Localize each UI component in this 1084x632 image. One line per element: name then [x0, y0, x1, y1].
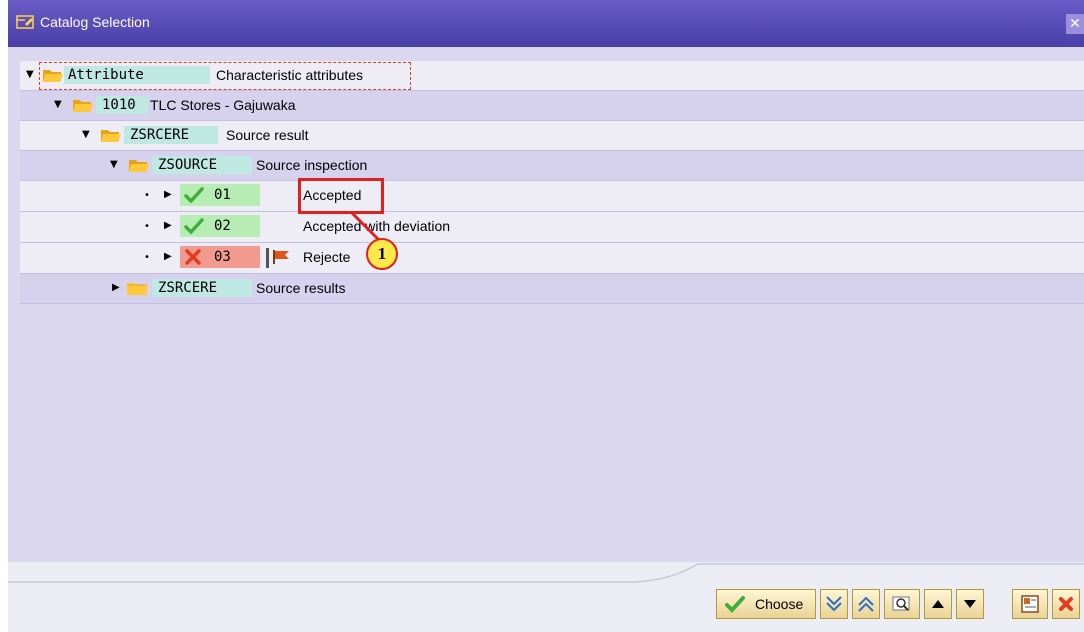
tree-node-zsource[interactable]: ▼ ZSOURCE Source inspection: [20, 151, 1084, 181]
green-check-icon: [184, 218, 204, 234]
highlight-box: [298, 178, 384, 214]
collapsed-triangle-icon[interactable]: ▶: [164, 187, 172, 203]
expanded-triangle-icon[interactable]: ▼: [110, 157, 118, 173]
open-folder-icon: [129, 160, 149, 172]
callout-badge: 1: [366, 238, 398, 270]
choose-label: Choose: [755, 596, 804, 612]
dialog-title-bar: Catalog Selection ✕: [8, 0, 1084, 47]
expanded-triangle-icon[interactable]: ▼: [26, 67, 34, 83]
catalog-tree: ▼ Attribute Characteristic attributes ▼ …: [20, 61, 1084, 304]
dialog-footer: Choose: [8, 562, 1084, 632]
previous-button[interactable]: [924, 589, 952, 619]
node-text: Source result: [226, 127, 309, 143]
triangle-up-icon: [932, 600, 944, 608]
find-button[interactable]: [884, 589, 920, 619]
find-icon: [892, 596, 910, 611]
expanded-triangle-icon[interactable]: ▼: [54, 97, 62, 113]
bullet-icon: •: [144, 221, 150, 232]
tree-node-code-03[interactable]: • ▶ 03 Rejecte: [20, 243, 1084, 274]
expand-all-button[interactable]: [820, 589, 848, 619]
node-code: ZSRCERE: [130, 127, 190, 143]
tree-panel: ▼ Attribute Characteristic attributes ▼ …: [8, 47, 1084, 562]
tree-node-plant[interactable]: ▼ 1010 TLC Stores - Gajuwaka: [20, 91, 1084, 121]
code-text: Rejecte: [303, 249, 351, 265]
tree-node-attribute[interactable]: ▼ Attribute Characteristic attributes: [20, 61, 1084, 91]
node-text: TLC Stores - Gajuwaka: [150, 97, 296, 113]
info-document-icon: [1021, 595, 1039, 613]
tree-node-zsrcere[interactable]: ▼ ZSRCERE Source result: [20, 121, 1084, 151]
code-value: 01: [214, 187, 231, 203]
open-folder-icon: [73, 100, 93, 112]
focus-outline: [39, 62, 411, 90]
next-button[interactable]: [956, 589, 984, 619]
close-button[interactable]: ✕: [1066, 14, 1084, 34]
red-x-icon: [185, 249, 201, 265]
info-button[interactable]: [1012, 589, 1048, 619]
tree-node-zsrcere-results[interactable]: ▶ ZSRCERE Source results: [20, 274, 1084, 304]
collapse-all-icon: [858, 596, 874, 612]
collapsed-triangle-icon[interactable]: ▶: [164, 218, 172, 234]
choose-button[interactable]: Choose: [716, 589, 816, 619]
tree-node-code-02[interactable]: • ▶ 02 Accepted with deviation: [20, 212, 1084, 243]
bullet-icon: •: [144, 190, 150, 201]
red-flag-icon: [273, 250, 289, 264]
node-text: Source inspection: [256, 157, 368, 173]
node-code: ZSOURCE: [158, 157, 218, 173]
dialog-title: Catalog Selection: [40, 14, 150, 30]
expanded-triangle-icon[interactable]: ▼: [82, 127, 90, 143]
closed-folder-icon: [127, 283, 147, 295]
bullet-icon: •: [144, 252, 150, 263]
collapsed-triangle-icon[interactable]: ▶: [112, 280, 120, 296]
green-check-icon: [184, 187, 204, 203]
green-check-icon: [725, 596, 745, 613]
collapsed-triangle-icon[interactable]: ▶: [164, 249, 172, 265]
open-folder-icon: [101, 130, 121, 142]
footer-divider: [8, 563, 1084, 583]
code-value: 03: [214, 249, 231, 265]
node-code: 1010: [102, 97, 136, 113]
code-value: 02: [214, 218, 231, 234]
node-text: Source results: [256, 280, 346, 296]
triangle-down-icon: [964, 600, 976, 608]
collapse-all-button[interactable]: [852, 589, 880, 619]
node-code: ZSRCERE: [158, 280, 218, 296]
tree-node-code-01[interactable]: • ▶ 01 Accepted: [20, 181, 1084, 212]
cancel-button[interactable]: [1052, 589, 1080, 619]
red-x-icon: [1059, 597, 1073, 611]
dialog-icon: [16, 15, 34, 29]
expand-all-icon: [826, 596, 842, 612]
